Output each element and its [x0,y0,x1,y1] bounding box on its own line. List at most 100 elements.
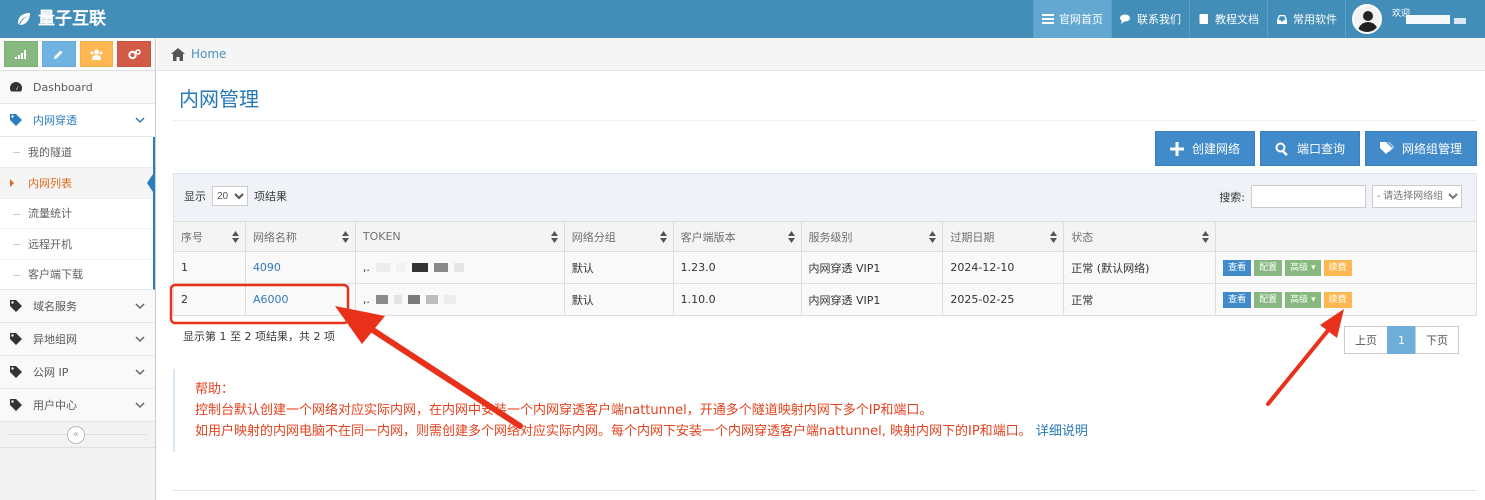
nav-contact-label: 联系我们 [1137,13,1181,26]
book-icon [1199,14,1208,24]
sort-icon [787,231,795,243]
search-icon [1275,142,1288,156]
sidebar-item-mesh[interactable]: 异地组网 [0,322,155,356]
page-length: 显示 20 项结果 [184,186,287,206]
caret-down-icon: ▾ [1311,294,1316,305]
sidebar-item-intranet[interactable]: 内网穿透 [0,104,155,137]
divider [173,490,1477,491]
col-header-label: 网络名称 [252,230,297,244]
sub-label: 远程开机 [28,237,72,251]
tags-icon [1379,141,1394,154]
cell-name: A6000 [244,283,356,316]
network-name-link[interactable]: 4090 [253,261,281,274]
sidebar-sub-my-tunnels[interactable]: 我的隧道 [0,137,153,167]
pencil-icon [54,50,63,59]
col-header-label: TOKEN [362,230,401,243]
sidebar-item-user-center[interactable]: 用户中心 [0,388,155,422]
sidebar-item-domain[interactable]: 域名服务 [0,289,155,323]
sidebar-sub-network-list[interactable]: 内网列表 [0,167,155,198]
sort-icon [659,231,667,243]
cell-expire: 2025-02-25 [942,283,1065,316]
col-header-label: 客户端版本 [680,230,736,244]
double-angle-left-icon[interactable]: « [67,425,85,444]
breadcrumb-home[interactable]: Home [191,47,226,61]
col-header-label: 网络分组 [571,230,616,244]
col-header-group[interactable]: 网络分组 [563,221,674,252]
view-button[interactable]: 查看 [1223,291,1252,308]
cell-token: ,. [354,251,565,284]
group-manage-label: 网络组管理 [1401,142,1462,156]
nav-software[interactable]: 常用软件 [1267,0,1345,38]
nav-home[interactable]: 官网首页 [1033,0,1111,38]
config-button[interactable]: 配置 [1254,291,1283,308]
nav-contact[interactable]: 联系我们 [1111,0,1189,38]
table-controls: 显示 20 项结果 搜索: - 请选择网络组 [173,173,1477,221]
username-redacted [1406,15,1450,24]
sidebar-item-dashboard-label: Dashboard [33,80,93,94]
sidebar: Dashboard 内网穿透 我的隧道 内网列表 流量统计 远程开机 客户端下载… [0,38,156,500]
col-header-no[interactable]: 序号 [173,221,246,252]
page-length-select[interactable]: 20 [212,186,248,206]
col-header-expire[interactable]: 过期日期 [942,221,1065,252]
prev-page-button[interactable]: 上页 [1344,326,1388,354]
advanced-dropdown[interactable]: 高级 ▾ [1285,259,1321,276]
renew-button[interactable]: 续费 [1323,291,1352,308]
sidebar-sub-wake[interactable]: 远程开机 [0,228,153,258]
chevron-down-icon [135,402,145,409]
network-table: 序号 网络名称 TOKEN 网络分组 客户端版本 服务级别 过期日期 状态 1 … [173,221,1477,316]
brand[interactable]: 量子互联 [16,0,106,38]
col-header-label: 服务级别 [808,230,853,244]
shortcut-edit[interactable] [41,41,76,67]
home-icon [171,47,185,61]
cell-level: 内网穿透 VIP1 [800,283,944,316]
table-footer: 显示第 1 至 2 项结果，共 2 项 上页 1 下页 [173,316,1477,364]
network-name-link[interactable]: A6000 [253,293,289,306]
network-group-select[interactable]: - 请选择网络组 [1372,185,1462,208]
col-header-token[interactable]: TOKEN [354,221,565,252]
token-redacted: ,. [363,261,464,274]
search-label: 搜索: [1219,190,1245,204]
network-table-panel: 显示 20 项结果 搜索: - 请选择网络组 序号 网络名称 TOKEN 网络分… [173,173,1477,364]
col-header-version[interactable]: 客户端版本 [672,221,802,252]
cell-no: 1 [173,251,246,284]
advanced-dropdown[interactable]: 高级 ▾ [1285,291,1321,308]
sidebar-sub-traffic[interactable]: 流量统计 [0,197,153,228]
shortcut-users[interactable] [79,41,114,67]
col-header-level[interactable]: 服务级别 [800,221,944,252]
col-header-name[interactable]: 网络名称 [244,221,356,252]
shortcut-stats[interactable] [4,41,38,67]
col-header-status[interactable]: 状态 [1063,221,1217,252]
create-network-button[interactable]: 创建网络 [1154,131,1255,166]
nav-docs[interactable]: 教程文档 [1189,0,1267,38]
tachometer-icon [8,80,24,94]
group-manage-button[interactable]: 网络组管理 [1364,131,1477,166]
col-header-ops [1215,221,1477,252]
search-input[interactable] [1251,185,1366,208]
config-button[interactable]: 配置 [1254,259,1283,276]
top-navbar: 量子互联 官网首页 联系我们 教程文档 常用软件 欢迎 [0,0,1485,38]
length-suffix: 项结果 [254,190,287,203]
col-header-label: 过期日期 [950,230,995,244]
page-1-button[interactable]: 1 [1387,326,1416,354]
cell-status: 正常 (默认网络) [1063,251,1217,284]
plus-icon [1169,141,1184,156]
user-menu[interactable]: 欢迎 [1345,0,1485,38]
brand-name: 量子互联 [38,9,106,29]
view-button[interactable]: 查看 [1223,259,1252,276]
nav-software-label: 常用软件 [1293,13,1337,26]
chevron-down-icon [135,117,145,124]
port-query-button[interactable]: 端口查询 [1259,131,1360,166]
tag-icon [8,113,24,127]
advanced-label: 高级 [1290,294,1309,305]
sidebar-sub-download[interactable]: 客户端下载 [0,258,153,289]
renew-button[interactable]: 续费 [1323,259,1352,276]
intranet-submenu: 我的隧道 内网列表 流量统计 远程开机 客户端下载 [0,137,155,290]
help-details-link[interactable]: 详细说明 [1036,424,1088,439]
sub-label: 客户端下载 [28,268,83,282]
caret-right-icon [10,179,14,188]
sort-icon [341,231,349,243]
sidebar-item-dashboard[interactable]: Dashboard [0,71,155,104]
sidebar-item-public-ip[interactable]: 公网 IP [0,355,155,389]
next-page-button[interactable]: 下页 [1415,326,1459,354]
shortcut-settings[interactable] [117,41,151,67]
